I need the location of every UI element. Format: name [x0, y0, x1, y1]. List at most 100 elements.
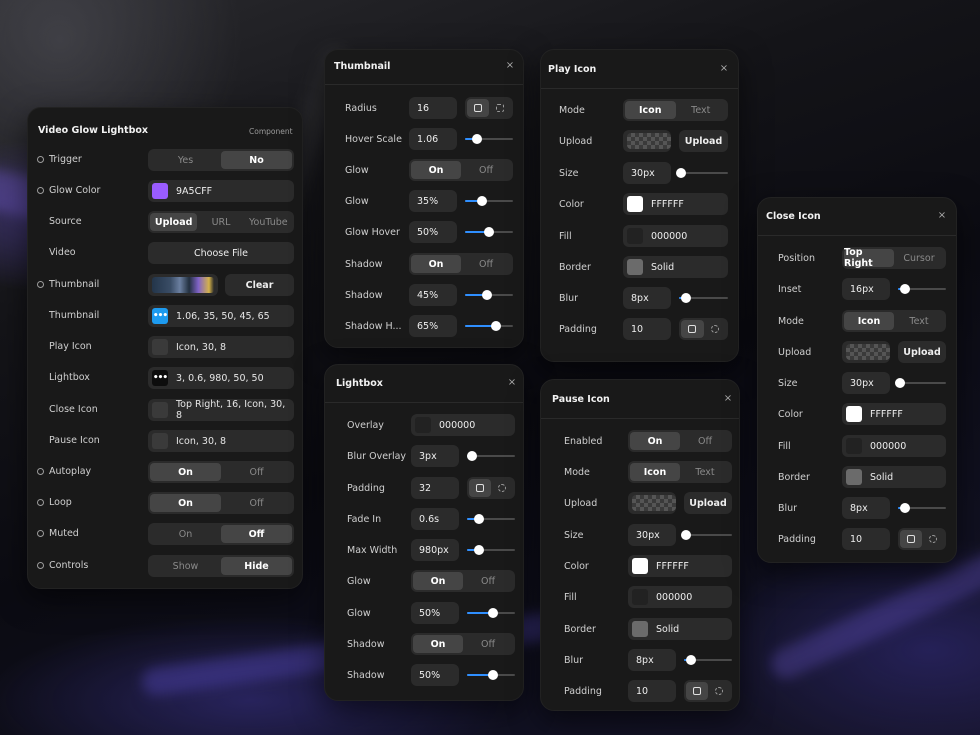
- upload-button[interactable]: Upload: [898, 341, 946, 363]
- glow-off[interactable]: Off: [461, 161, 511, 179]
- individual-padding-icon[interactable]: [922, 530, 944, 548]
- max-width-slider[interactable]: [467, 545, 515, 555]
- shadow-input[interactable]: 45%: [409, 284, 457, 306]
- autoplay-toggle[interactable]: On Off: [148, 461, 294, 483]
- close-icon[interactable]: ×: [936, 210, 948, 222]
- slider-knob[interactable]: [895, 378, 906, 388]
- color-swatch[interactable]: [627, 196, 643, 212]
- color-field[interactable]: FFFFFF: [623, 193, 728, 215]
- fill-swatch[interactable]: [846, 438, 862, 454]
- pause-icon-field[interactable]: Icon, 30, 8: [148, 430, 294, 452]
- thumbnail-preview[interactable]: [148, 274, 218, 296]
- individual-padding-icon[interactable]: [491, 479, 513, 497]
- glow-off[interactable]: Off: [463, 572, 513, 590]
- clear-button[interactable]: Clear: [225, 274, 294, 296]
- fade-in-input[interactable]: 0.6s: [411, 508, 459, 530]
- muted-toggle[interactable]: On Off: [148, 523, 294, 545]
- padding-input[interactable]: 32: [411, 477, 459, 499]
- upload-button[interactable]: Upload: [684, 492, 732, 514]
- trigger-toggle[interactable]: Yes No: [148, 149, 294, 171]
- border-field[interactable]: Solid: [623, 256, 728, 278]
- source-url[interactable]: URL: [197, 213, 244, 231]
- padding-input[interactable]: 10: [628, 680, 676, 702]
- shadow-hover-slider[interactable]: [465, 321, 513, 331]
- glow-slider[interactable]: [465, 196, 513, 206]
- slider-knob[interactable]: [686, 655, 697, 665]
- controls-hide[interactable]: Hide: [221, 557, 292, 575]
- glow-color-field[interactable]: 9A5CFF: [148, 180, 294, 202]
- glow-on[interactable]: On: [411, 161, 461, 179]
- padding-input[interactable]: 10: [623, 318, 671, 340]
- color-field[interactable]: FFFFFF: [628, 555, 732, 577]
- muted-on[interactable]: On: [150, 525, 221, 543]
- size-input[interactable]: 30px: [842, 372, 890, 394]
- size-slider[interactable]: [676, 168, 728, 178]
- enabled-toggle[interactable]: On Off: [628, 430, 732, 452]
- close-icon[interactable]: ×: [506, 377, 518, 389]
- color-field[interactable]: FFFFFF: [842, 403, 946, 425]
- mode-icon[interactable]: Icon: [844, 312, 894, 330]
- fill-field[interactable]: 000000: [628, 586, 732, 608]
- shadow-hover-input[interactable]: 65%: [409, 315, 457, 337]
- blur-input[interactable]: 8px: [623, 287, 671, 309]
- border-field[interactable]: Solid: [842, 466, 946, 488]
- close-icon[interactable]: ×: [504, 60, 516, 72]
- slider-knob[interactable]: [488, 608, 499, 618]
- size-input[interactable]: 30px: [623, 162, 671, 184]
- controls-show[interactable]: Show: [150, 557, 221, 575]
- enabled-on[interactable]: On: [630, 432, 680, 450]
- inset-input[interactable]: 16px: [842, 278, 890, 300]
- size-slider[interactable]: [681, 530, 732, 540]
- shadow-slider[interactable]: [467, 670, 515, 680]
- lightbox-field[interactable]: ••• 3, 0.6, 980, 50, 50: [148, 367, 294, 389]
- shadow-on[interactable]: On: [413, 635, 463, 653]
- size-input[interactable]: 30px: [628, 524, 676, 546]
- shadow-slider[interactable]: [465, 290, 513, 300]
- padding-mode-toggle[interactable]: [467, 477, 515, 499]
- muted-off[interactable]: Off: [221, 525, 292, 543]
- mode-toggle[interactable]: Icon Text: [842, 310, 946, 332]
- trigger-yes[interactable]: Yes: [150, 151, 221, 169]
- color-swatch[interactable]: [632, 558, 648, 574]
- fill-swatch[interactable]: [627, 228, 643, 244]
- thumbnail-settings-field[interactable]: ••• 1.06, 35, 50, 45, 65: [148, 305, 294, 327]
- border-swatch[interactable]: [627, 259, 643, 275]
- slider-knob[interactable]: [681, 530, 692, 540]
- radius-input[interactable]: 16: [409, 97, 457, 119]
- padding-mode-toggle[interactable]: [679, 318, 728, 340]
- hover-scale-slider[interactable]: [465, 134, 513, 144]
- fade-in-slider[interactable]: [467, 514, 515, 524]
- blur-slider[interactable]: [684, 655, 732, 665]
- slider-knob[interactable]: [466, 451, 477, 461]
- padding-mode-toggle[interactable]: [898, 528, 946, 550]
- close-icon[interactable]: ×: [722, 393, 734, 405]
- upload-button[interactable]: Upload: [679, 130, 728, 152]
- position-cursor[interactable]: Cursor: [894, 249, 944, 267]
- max-width-input[interactable]: 980px: [411, 539, 459, 561]
- glow-color-swatch[interactable]: [152, 183, 168, 199]
- play-icon-field[interactable]: Icon, 30, 8: [148, 336, 294, 358]
- corners-radius-icon[interactable]: [489, 99, 511, 117]
- overlay-field[interactable]: 000000: [411, 414, 515, 436]
- slider-knob[interactable]: [488, 670, 499, 680]
- slider-knob[interactable]: [676, 168, 687, 178]
- slider-knob[interactable]: [474, 514, 484, 524]
- slider-knob[interactable]: [472, 134, 482, 144]
- fill-field[interactable]: 000000: [842, 435, 946, 457]
- blur-slider[interactable]: [898, 503, 946, 513]
- glow-toggle[interactable]: On Off: [411, 570, 515, 592]
- close-icon[interactable]: ×: [718, 63, 730, 75]
- position-toggle[interactable]: Top Right Cursor: [842, 247, 946, 269]
- autoplay-off[interactable]: Off: [221, 463, 292, 481]
- fill-field[interactable]: 000000: [623, 225, 728, 247]
- glow-input[interactable]: 50%: [411, 602, 459, 624]
- glow-hover-input[interactable]: 50%: [409, 221, 457, 243]
- glow-slider[interactable]: [467, 608, 515, 618]
- shadow-toggle[interactable]: On Off: [411, 633, 515, 655]
- blur-input[interactable]: 8px: [842, 497, 890, 519]
- trigger-no[interactable]: No: [221, 151, 292, 169]
- close-icon-field[interactable]: Top Right, 16, Icon, 30, 8: [148, 399, 294, 421]
- individual-padding-icon[interactable]: [704, 320, 727, 338]
- mode-text[interactable]: Text: [680, 463, 730, 481]
- shadow-toggle[interactable]: On Off: [409, 253, 513, 275]
